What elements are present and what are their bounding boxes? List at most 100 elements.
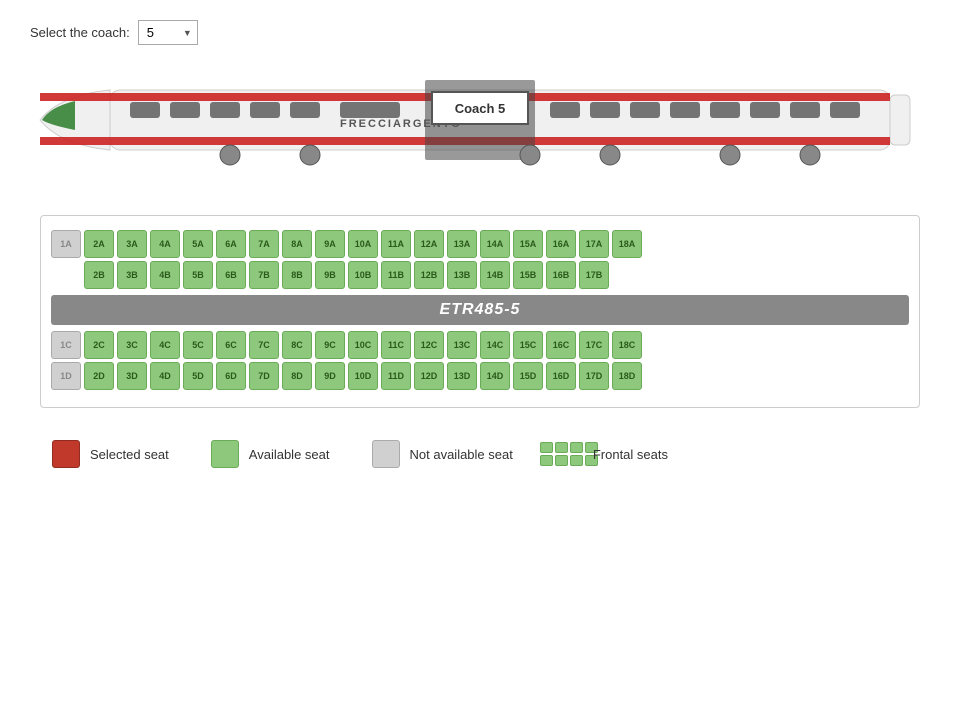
seat-11B[interactable]: 11B (381, 261, 411, 289)
frontal-icon-box (540, 442, 598, 466)
seat-9C[interactable]: 9C (315, 331, 345, 359)
seat-label-9B: 9B (318, 264, 342, 286)
seat-14A[interactable]: 14A (480, 230, 510, 258)
seat-3C[interactable]: 3C (117, 331, 147, 359)
seat-label-10A: 10A (351, 233, 375, 255)
coach-dropdown[interactable]: 5 (138, 20, 198, 45)
seat-4B[interactable]: 4B (150, 261, 180, 289)
seat-13D[interactable]: 13D (447, 362, 477, 390)
seat-17D[interactable]: 17D (579, 362, 609, 390)
frontal-seats-icon (553, 438, 585, 470)
seat-label-8D: 8D (285, 365, 309, 387)
seat-label-7A: 7A (252, 233, 276, 255)
coach-dropdown-wrapper[interactable]: 5 (138, 20, 198, 45)
seat-11C[interactable]: 11C (381, 331, 411, 359)
seat-2A[interactable]: 2A (84, 230, 114, 258)
seat-3D[interactable]: 3D (117, 362, 147, 390)
seat-12A[interactable]: 12A (414, 230, 444, 258)
seat-17B[interactable]: 17B (579, 261, 609, 289)
seat-12D[interactable]: 12D (414, 362, 444, 390)
unavailable-seat-label: Not available seat (410, 447, 513, 462)
seat-label-11C: 11C (384, 334, 408, 356)
seat-16D[interactable]: 16D (546, 362, 576, 390)
seat-label-2D: 2D (87, 365, 111, 387)
seat-16A[interactable]: 16A (546, 230, 576, 258)
seat-2B[interactable]: 2B (84, 261, 114, 289)
seat-10C[interactable]: 10C (348, 331, 378, 359)
seat-14D[interactable]: 14D (480, 362, 510, 390)
seat-6D[interactable]: 6D (216, 362, 246, 390)
seat-6C[interactable]: 6C (216, 331, 246, 359)
seat-label-18C: 18C (615, 334, 639, 356)
seat-15D[interactable]: 15D (513, 362, 543, 390)
seat-17A[interactable]: 17A (579, 230, 609, 258)
frontal-seats-label: Frontal seats (593, 447, 668, 462)
seat-9A[interactable]: 9A (315, 230, 345, 258)
seat-label-3D: 3D (120, 365, 144, 387)
seat-15B[interactable]: 15B (513, 261, 543, 289)
seat-14C[interactable]: 14C (480, 331, 510, 359)
seat-2C[interactable]: 2C (84, 331, 114, 359)
seat-8D[interactable]: 8D (282, 362, 312, 390)
seat-16B[interactable]: 16B (546, 261, 576, 289)
seat-9B[interactable]: 9B (315, 261, 345, 289)
seat-label-4C: 4C (153, 334, 177, 356)
unavailable-seat-icon (370, 438, 402, 470)
seat-label-17D: 17D (582, 365, 606, 387)
seat-10A[interactable]: 10A (348, 230, 378, 258)
seat-1D[interactable]: 1D (51, 362, 81, 390)
seat-15C[interactable]: 15C (513, 331, 543, 359)
seat-8C[interactable]: 8C (282, 331, 312, 359)
seat-4D[interactable]: 4D (150, 362, 180, 390)
seat-11D[interactable]: 11D (381, 362, 411, 390)
seat-5C[interactable]: 5C (183, 331, 213, 359)
seat-18D[interactable]: 18D (612, 362, 642, 390)
seat-5A[interactable]: 5A (183, 230, 213, 258)
seat-7B[interactable]: 7B (249, 261, 279, 289)
seat-3A[interactable]: 3A (117, 230, 147, 258)
seat-label-13B: 13B (450, 264, 474, 286)
seat-7D[interactable]: 7D (249, 362, 279, 390)
seat-13A[interactable]: 13A (447, 230, 477, 258)
seat-label-10C: 10C (351, 334, 375, 356)
seat-6B[interactable]: 6B (216, 261, 246, 289)
seat-14B[interactable]: 14B (480, 261, 510, 289)
seat-label-5B: 5B (186, 264, 210, 286)
seat-9D[interactable]: 9D (315, 362, 345, 390)
seat-label-16C: 16C (549, 334, 573, 356)
seat-15A[interactable]: 15A (513, 230, 543, 258)
seat-label-16D: 16D (549, 365, 573, 387)
seat-label-6D: 6D (219, 365, 243, 387)
seat-7C[interactable]: 7C (249, 331, 279, 359)
seat-4A[interactable]: 4A (150, 230, 180, 258)
seat-18C[interactable]: 18C (612, 331, 642, 359)
seat-1C[interactable]: 1C (51, 331, 81, 359)
seat-label-1A: 1A (54, 233, 78, 255)
seat-13C[interactable]: 13C (447, 331, 477, 359)
seat-5B[interactable]: 5B (183, 261, 213, 289)
seat-7A[interactable]: 7A (249, 230, 279, 258)
seat-2D[interactable]: 2D (84, 362, 114, 390)
frontal-seat-sm-2 (540, 455, 553, 466)
seat-4C[interactable]: 4C (150, 331, 180, 359)
seat-label-16B: 16B (549, 264, 573, 286)
seat-11A[interactable]: 11A (381, 230, 411, 258)
seat-17C[interactable]: 17C (579, 331, 609, 359)
seat-label-2C: 2C (87, 334, 111, 356)
seat-12B[interactable]: 12B (414, 261, 444, 289)
seat-3B[interactable]: 3B (117, 261, 147, 289)
seat-13B[interactable]: 13B (447, 261, 477, 289)
seat-18A[interactable]: 18A (612, 230, 642, 258)
available-seat-label: Available seat (249, 447, 330, 462)
seat-8A[interactable]: 8A (282, 230, 312, 258)
seat-12C[interactable]: 12C (414, 331, 444, 359)
seat-8B[interactable]: 8B (282, 261, 312, 289)
seat-label-3C: 3C (120, 334, 144, 356)
seat-6A[interactable]: 6A (216, 230, 246, 258)
seat-10B[interactable]: 10B (348, 261, 378, 289)
seat-16C[interactable]: 16C (546, 331, 576, 359)
seat-5D[interactable]: 5D (183, 362, 213, 390)
seat-label-18A: 18A (615, 233, 639, 255)
seat-1A[interactable]: 1A (51, 230, 81, 258)
seat-10D[interactable]: 10D (348, 362, 378, 390)
